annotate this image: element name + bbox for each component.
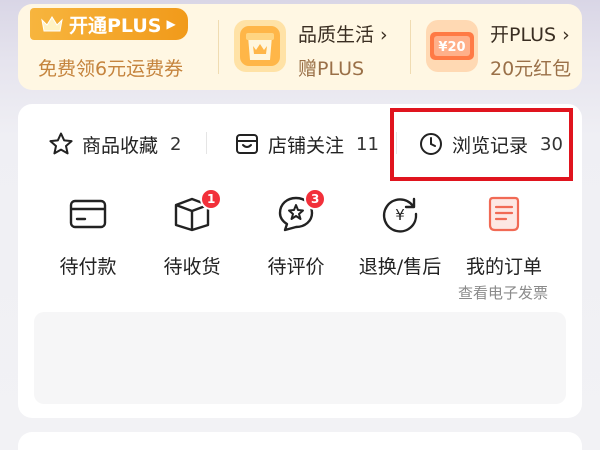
notification-badge: 1 <box>200 188 223 210</box>
order-label: 待付款 <box>59 256 117 278</box>
plus-membership-section[interactable]: 开通PLUS ▶ 免费领6元运费券 <box>18 4 218 90</box>
order-all-orders[interactable]: 我的订单 <box>454 190 554 280</box>
order-list-icon <box>488 196 520 232</box>
promo-red-packet[interactable]: ¥20 开PLUS › 20元红包 <box>410 4 582 90</box>
content-placeholder <box>34 312 566 404</box>
next-card <box>18 432 582 450</box>
coupon-icon: ¥20 <box>426 20 478 72</box>
order-label: 退换/售后 <box>358 256 442 278</box>
promo-subtitle: 赠PLUS <box>298 58 365 80</box>
stat-count: 11 <box>356 133 379 155</box>
promo-title: 品质生活 › <box>298 24 388 46</box>
stat-label: 商品收藏 <box>82 134 159 157</box>
stat-store-follows[interactable]: 店铺关注 11 <box>234 126 379 162</box>
refund-yen-icon: ¥ <box>382 197 418 233</box>
divider <box>206 132 207 154</box>
crown-icon <box>41 16 63 32</box>
promo-quality-life[interactable]: 品质生活 › 赠PLUS <box>218 4 398 90</box>
plus-subtitle: 免费领6元运费券 <box>38 58 184 80</box>
plus-open-button[interactable]: 开通PLUS ▶ <box>30 8 188 40</box>
order-label: 待评价 <box>267 256 325 278</box>
highlight-box <box>390 108 573 181</box>
plus-title: 开通PLUS <box>69 14 162 37</box>
order-refund-aftersale[interactable]: ¥ 退换/售后 <box>350 190 450 280</box>
gift-box-icon <box>234 20 286 72</box>
stat-label: 店铺关注 <box>268 134 345 157</box>
play-arrow-icon: ▶ <box>166 17 176 31</box>
promo-title: 开PLUS › <box>490 24 570 46</box>
view-e-invoice-link[interactable]: 查看电子发票 <box>458 282 548 303</box>
notification-badge: 3 <box>304 188 327 210</box>
svg-text:¥: ¥ <box>395 206 405 224</box>
promo-subtitle: 20元红包 <box>490 58 572 80</box>
order-pending-receipt[interactable]: 1 待收货 <box>142 188 242 280</box>
coupon-value: ¥20 <box>438 40 465 55</box>
stat-favorites[interactable]: 商品收藏 2 <box>48 126 181 162</box>
store-icon <box>236 134 258 154</box>
order-pending-payment[interactable]: 待付款 <box>38 190 138 280</box>
star-icon <box>49 132 73 155</box>
order-label: 待收货 <box>163 256 221 278</box>
stat-count: 2 <box>170 133 182 155</box>
order-pending-review[interactable]: 3 待评价 <box>246 188 346 280</box>
plus-banner: 开通PLUS ▶ 免费领6元运费券 品质生活 › 赠PLUS ¥20 开PLUS… <box>18 4 582 90</box>
order-label: 我的订单 <box>465 256 542 278</box>
wallet-card-icon <box>69 199 107 229</box>
